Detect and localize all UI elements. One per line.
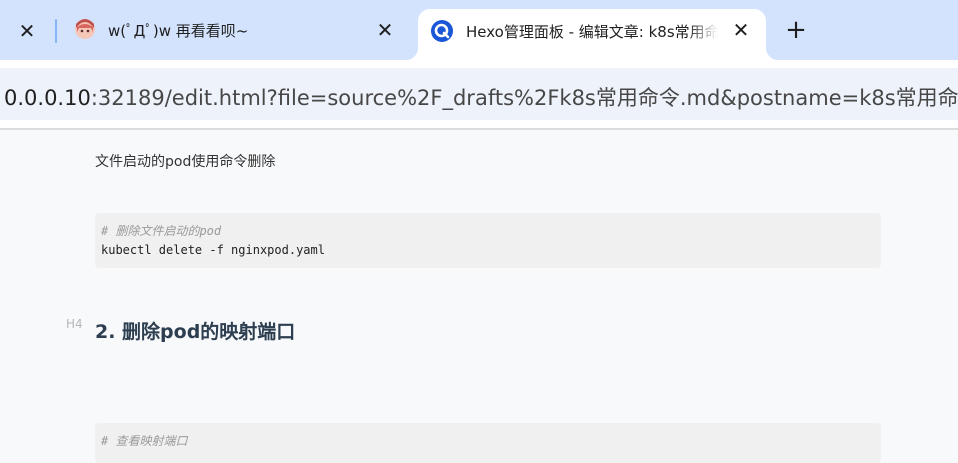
address-bar[interactable]: 0.0.0.10:32189/edit.html?file=source%2F_… [0, 68, 958, 120]
anime-avatar-icon [75, 19, 95, 39]
tab-title: Hexo管理面板 - 编辑文章: k8s常用命令 [466, 23, 718, 41]
url-host: 0.0.0.10 [4, 86, 91, 110]
heading-level-marker: H4 [66, 317, 83, 331]
plus-icon: + [785, 15, 807, 45]
tab-separator [55, 19, 57, 43]
active-tab[interactable]: Hexo管理面板 - 编辑文章: k8s常用命令 ✕ [406, 9, 778, 60]
close-tab-button[interactable]: ✕ [728, 17, 754, 43]
close-icon: ✕ [18, 19, 36, 43]
code-block[interactable]: # 查看映射端口 [95, 423, 881, 463]
url-text[interactable]: 0.0.0.10:32189/edit.html?file=source%2F_… [4, 82, 958, 112]
tab-title[interactable]: w(ﾟДﾟ)w 再看看呗~ [108, 20, 248, 41]
code-line: kubectl delete -f nginxpod.yaml [101, 243, 325, 257]
code-block[interactable]: # 删除文件启动的pod kubectl delete -f nginxpod.… [95, 213, 881, 268]
new-tab-button[interactable]: + [782, 16, 810, 44]
close-tab-button[interactable]: ✕ [14, 18, 40, 44]
url-path: :32189/edit.html?file=source%2F_drafts%2… [90, 86, 958, 110]
toolbar: 0.0.0.10:32189/edit.html?file=source%2F_… [0, 60, 958, 128]
code-comment: # 删除文件启动的pod [101, 224, 222, 238]
code-comment: # 查看映射端口 [101, 434, 188, 448]
close-icon: ✕ [732, 18, 750, 42]
close-tab-button[interactable]: ✕ [372, 17, 398, 43]
section-heading: 2. 删除pod的映射端口 [95, 321, 296, 343]
tab-strip: ✕ w(ﾟДﾟ)w 再看看呗~ ✕ Hexo管理面板 - 编辑文章: k8s常用… [0, 0, 958, 60]
hexo-q-icon [431, 20, 453, 42]
paragraph: 文件启动的pod使用命令删除 [95, 154, 276, 170]
close-icon: ✕ [376, 18, 394, 42]
editor-content[interactable]: 文件启动的pod使用命令删除 # 删除文件启动的pod kubectl dele… [0, 130, 958, 463]
